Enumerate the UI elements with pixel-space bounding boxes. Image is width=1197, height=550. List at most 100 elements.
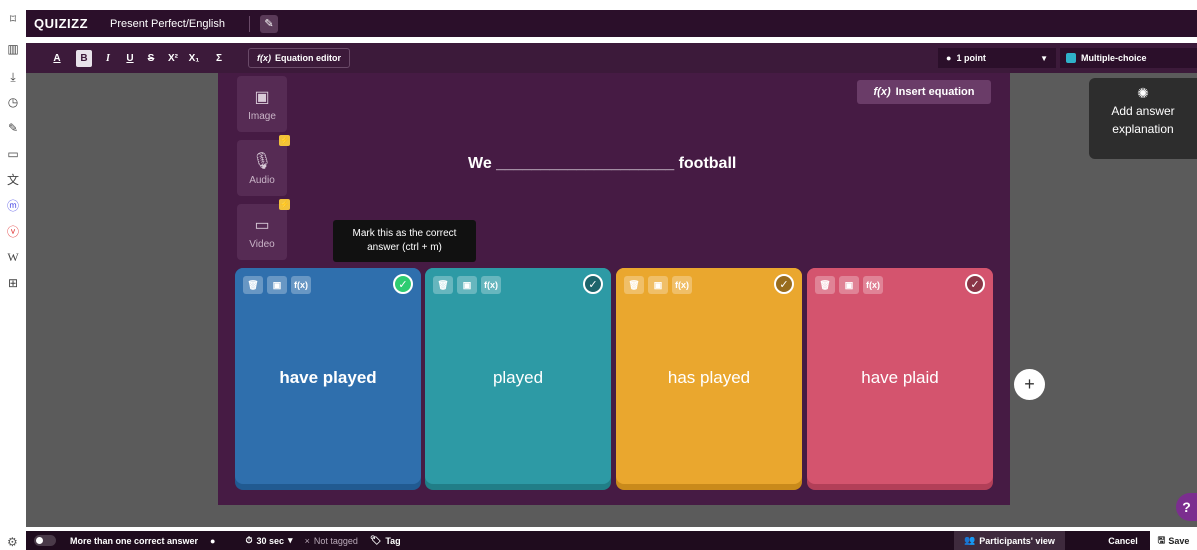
add-image-button[interactable]: ▣ Image [237, 76, 287, 132]
info-icon[interactable]: ● [210, 536, 215, 546]
quiz-title[interactable]: Present Perfect/English [110, 18, 225, 30]
function-icon[interactable]: f(x) [672, 276, 692, 294]
mark-correct-check-icon[interactable]: ✓ [965, 274, 985, 294]
translate-icon[interactable]: 文 [6, 172, 20, 187]
symbol-button[interactable]: Σ [212, 50, 226, 67]
delete-icon[interactable]: 🗑 [433, 276, 453, 294]
delete-icon[interactable]: 🗑 [624, 276, 644, 294]
reader-icon[interactable]: ▥ [6, 42, 20, 56]
premium-bolt-icon: ⚡ [279, 199, 290, 210]
add-video-button[interactable]: ▭ Video [237, 204, 287, 260]
answer-text[interactable]: have plaid [807, 368, 993, 388]
italic-button[interactable]: I [101, 50, 115, 67]
wikipedia-icon[interactable]: W [6, 250, 20, 264]
image-label: Image [248, 110, 276, 122]
pencil-icon[interactable]: ✎ [260, 14, 278, 33]
mastodon-icon[interactable]: ⓜ [6, 198, 20, 213]
add-explanation-button[interactable]: ✺ Add answer explanation [1089, 78, 1197, 159]
answer-card[interactable]: 🗑 ▣ f(x) ✓ have played [235, 268, 421, 490]
image-icon: ▣ [254, 88, 270, 106]
question-type-select[interactable]: Multiple-choice [1060, 48, 1197, 68]
question-text[interactable]: We ____________________ football [300, 155, 980, 173]
tag-label: Tag [385, 535, 401, 546]
add-option-button[interactable]: + [1014, 369, 1045, 400]
subscript-button[interactable]: X₁ [187, 50, 201, 67]
mark-correct-check-icon[interactable]: ✓ [583, 274, 603, 294]
stopwatch-icon: ⏱ [245, 535, 253, 545]
quizizz-logo[interactable]: QUIZIZZ [34, 16, 88, 31]
time-select[interactable]: ⏱ 30 sec ▾ [245, 535, 292, 546]
underline-button[interactable]: U [123, 50, 137, 67]
function-icon: f(x) [873, 86, 891, 98]
format-toolbar: A B I U S X² X₁ Σ f(x) Equation editor ●… [26, 43, 1197, 73]
function-icon: f(x) [257, 53, 271, 63]
answer-text[interactable]: have played [235, 368, 421, 388]
answer-text[interactable]: has played [616, 368, 802, 388]
edit-icon[interactable]: ✎ [6, 121, 20, 135]
browser-sidebar: ⌑ ▥ ⤓ ◷ ✎ ▭ 文 ⓜ ⓥ W ⊞ [0, 0, 26, 550]
premium-bolt-icon: ⚡ [279, 135, 290, 146]
microphone-icon: 🎙 [251, 152, 273, 170]
footer-bar: More than one correct answer ● ⏱ 30 sec … [26, 531, 1197, 550]
answer-text[interactable]: played [425, 368, 611, 388]
add-audio-button[interactable]: 🎙 Audio [237, 140, 287, 196]
multi-correct-label: More than one correct answer [70, 535, 199, 546]
add-panel-icon[interactable]: ⊞ [6, 276, 20, 290]
calendar-icon[interactable]: ▭ [6, 147, 20, 161]
participants-view-button[interactable]: 👥 Participants' view [954, 531, 1065, 550]
function-icon[interactable]: f(x) [291, 276, 311, 294]
tag-icon: 🏷 [369, 535, 382, 545]
save-label: Save [1168, 535, 1190, 546]
points-select[interactable]: ● 1 point ▼ [938, 48, 1056, 68]
chevron-down-icon: ▼ [1040, 53, 1048, 63]
vivaldi-icon[interactable]: ⓥ [6, 224, 20, 239]
mark-correct-check-icon[interactable]: ✓ [393, 274, 413, 294]
image-icon[interactable]: ▣ [839, 276, 859, 294]
explanation-label-line1: Add answer [1111, 104, 1175, 118]
not-tagged-status: × Not tagged [305, 536, 358, 546]
video-label: Video [249, 238, 275, 250]
question-type-label: Multiple-choice [1081, 53, 1147, 63]
download-icon[interactable]: ⤓ [6, 70, 20, 84]
not-tagged-label: Not tagged [313, 535, 358, 546]
delete-icon[interactable]: 🗑 [243, 276, 263, 294]
multi-correct-toggle[interactable] [34, 535, 56, 546]
correct-answer-tooltip: Mark this as the correct answer (ctrl + … [333, 220, 476, 262]
bold-button[interactable]: B [76, 50, 92, 67]
settings-icon[interactable]: ⚙ [7, 535, 18, 549]
explanation-label-line2: explanation [1112, 122, 1174, 136]
delete-icon[interactable]: 🗑 [815, 276, 835, 294]
function-icon[interactable]: f(x) [863, 276, 883, 294]
cancel-button[interactable]: Cancel [1100, 531, 1146, 550]
equation-editor-label: Equation editor [275, 53, 341, 63]
image-icon[interactable]: ▣ [457, 276, 477, 294]
bookmark-icon[interactable]: ⌑ [6, 12, 20, 26]
answer-card[interactable]: 🗑 ▣ f(x) ✓ played [425, 268, 611, 490]
help-button[interactable]: ? [1176, 493, 1197, 521]
close-icon: × [304, 535, 310, 546]
image-icon[interactable]: ▣ [267, 276, 287, 294]
save-icon: 🖫 [1157, 534, 1166, 545]
image-icon[interactable]: ▣ [648, 276, 668, 294]
history-icon[interactable]: ◷ [6, 95, 20, 109]
points-clock-icon: ● [946, 53, 952, 63]
insert-equation-button[interactable]: f(x) Insert equation [857, 80, 991, 104]
function-icon[interactable]: f(x) [481, 276, 501, 294]
answer-card[interactable]: 🗑 ▣ f(x) ✓ have plaid [807, 268, 993, 490]
superscript-button[interactable]: X² [166, 50, 180, 67]
audio-label: Audio [249, 174, 275, 186]
equation-editor-button[interactable]: f(x) Equation editor [248, 48, 350, 68]
editor-header: QUIZIZZ Present Perfect/English ✎ [26, 10, 1197, 37]
strikethrough-button[interactable]: S [144, 50, 158, 67]
save-button[interactable]: 🖫 Save [1150, 531, 1197, 550]
lightbulb-icon: ✺ [1137, 85, 1149, 101]
video-icon: ▭ [254, 216, 270, 234]
answer-card[interactable]: 🗑 ▣ f(x) ✓ has played [616, 268, 802, 490]
tag-button[interactable]: 🏷 Tag [370, 535, 401, 546]
text-color-button[interactable]: A [50, 50, 64, 67]
mark-correct-check-icon[interactable]: ✓ [774, 274, 794, 294]
insert-equation-label: Insert equation [895, 86, 975, 98]
chevron-down-icon: ▾ [288, 535, 293, 545]
users-icon: 👥 [964, 535, 976, 545]
multiple-choice-icon [1066, 53, 1076, 63]
